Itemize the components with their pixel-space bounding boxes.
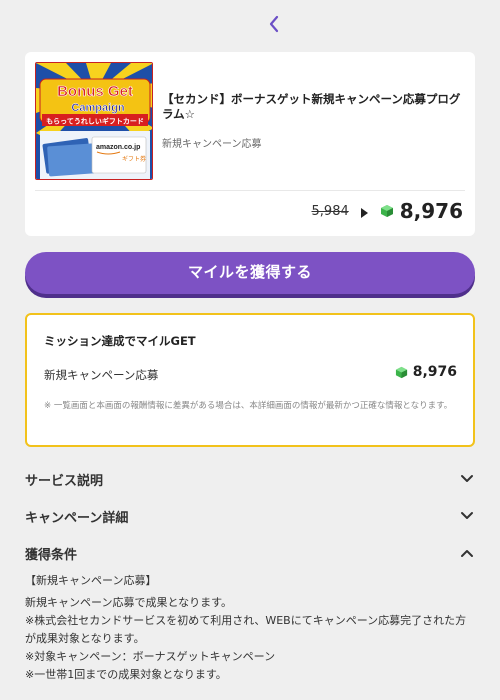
thumb-headline-2: Campaign [71,102,124,114]
offer-card[interactable]: Bonus Get Campaign もらってうれしいギフトカード amazon… [25,52,475,236]
old-price: 5,984 [311,203,349,219]
top-nav [0,0,500,48]
back-button[interactable] [262,10,286,38]
conditions-line: 新規キャンペーン応募で成果となります。 [25,596,233,609]
mission-points-value: 8,976 [412,364,457,380]
thumb-card-sub: ギフト券 [122,155,146,163]
mission-item-label: 新規キャンペーン応募 [44,368,159,382]
conditions-line: ※一世帯1回までの成果対象となります。 [25,668,227,681]
offer-title: 【セカンド】ボーナスゲット新規キャンペーン応募プログラム☆ [162,92,461,121]
accordion-acquisition-conditions[interactable]: 獲得条件 [25,541,475,565]
thumb-tagline: もらってうれしいギフトカード [46,117,144,126]
chevron-down-icon [459,508,475,524]
divider [35,190,465,191]
chevron-left-icon [269,15,279,33]
chevron-up-icon [459,545,475,561]
offer-category: 新規キャンペーン応募 [162,139,262,150]
conditions-body: 【新規キャンペーン応募】 新規キャンペーン応募で成果となります。 ※株式会社セカ… [25,572,475,684]
mission-heading: ミッション達成でマイルGET [44,334,196,348]
gem-icon [395,366,407,378]
accordion-label: キャンペーン詳細 [25,510,129,526]
price-row: 5,984 8,976 [312,198,463,224]
conditions-heading: 【新規キャンペーン応募】 [25,574,157,587]
mission-box: ミッション達成でマイルGET 新規キャンペーン応募 8,976 ※ 一覧画面と本… [25,313,475,447]
thumb-card-brand: amazon.co.jp [96,144,140,151]
new-price: 8,976 [399,199,463,223]
mission-points: 8,976 [395,364,457,380]
conditions-line: ※対象キャンペーン：ボーナスゲットキャンペーン [25,650,276,663]
accordion-label: サービス説明 [25,473,104,489]
accordion-service-description[interactable]: サービス説明 [25,467,475,491]
accordion-campaign-details[interactable]: キャンペーン詳細 [25,504,475,528]
arrow-right-icon [360,207,368,218]
offer-thumbnail: Bonus Get Campaign もらってうれしいギフトカード amazon… [35,62,153,180]
thumb-headline-1: Bonus Get [57,83,133,100]
conditions-line: ※株式会社セカンドサービスを初めて利用され、WEBにてキャンペーン応募完了された… [25,614,467,645]
gem-icon [380,205,393,217]
accordion-label: 獲得条件 [25,547,78,563]
mission-note: ※ 一覧画面と本画面の報酬情報に差異がある場合は、本詳細画面の情報が最新かつ正確… [44,401,453,411]
chevron-down-icon [459,471,475,487]
get-miles-button[interactable]: マイルを獲得する [25,252,475,294]
